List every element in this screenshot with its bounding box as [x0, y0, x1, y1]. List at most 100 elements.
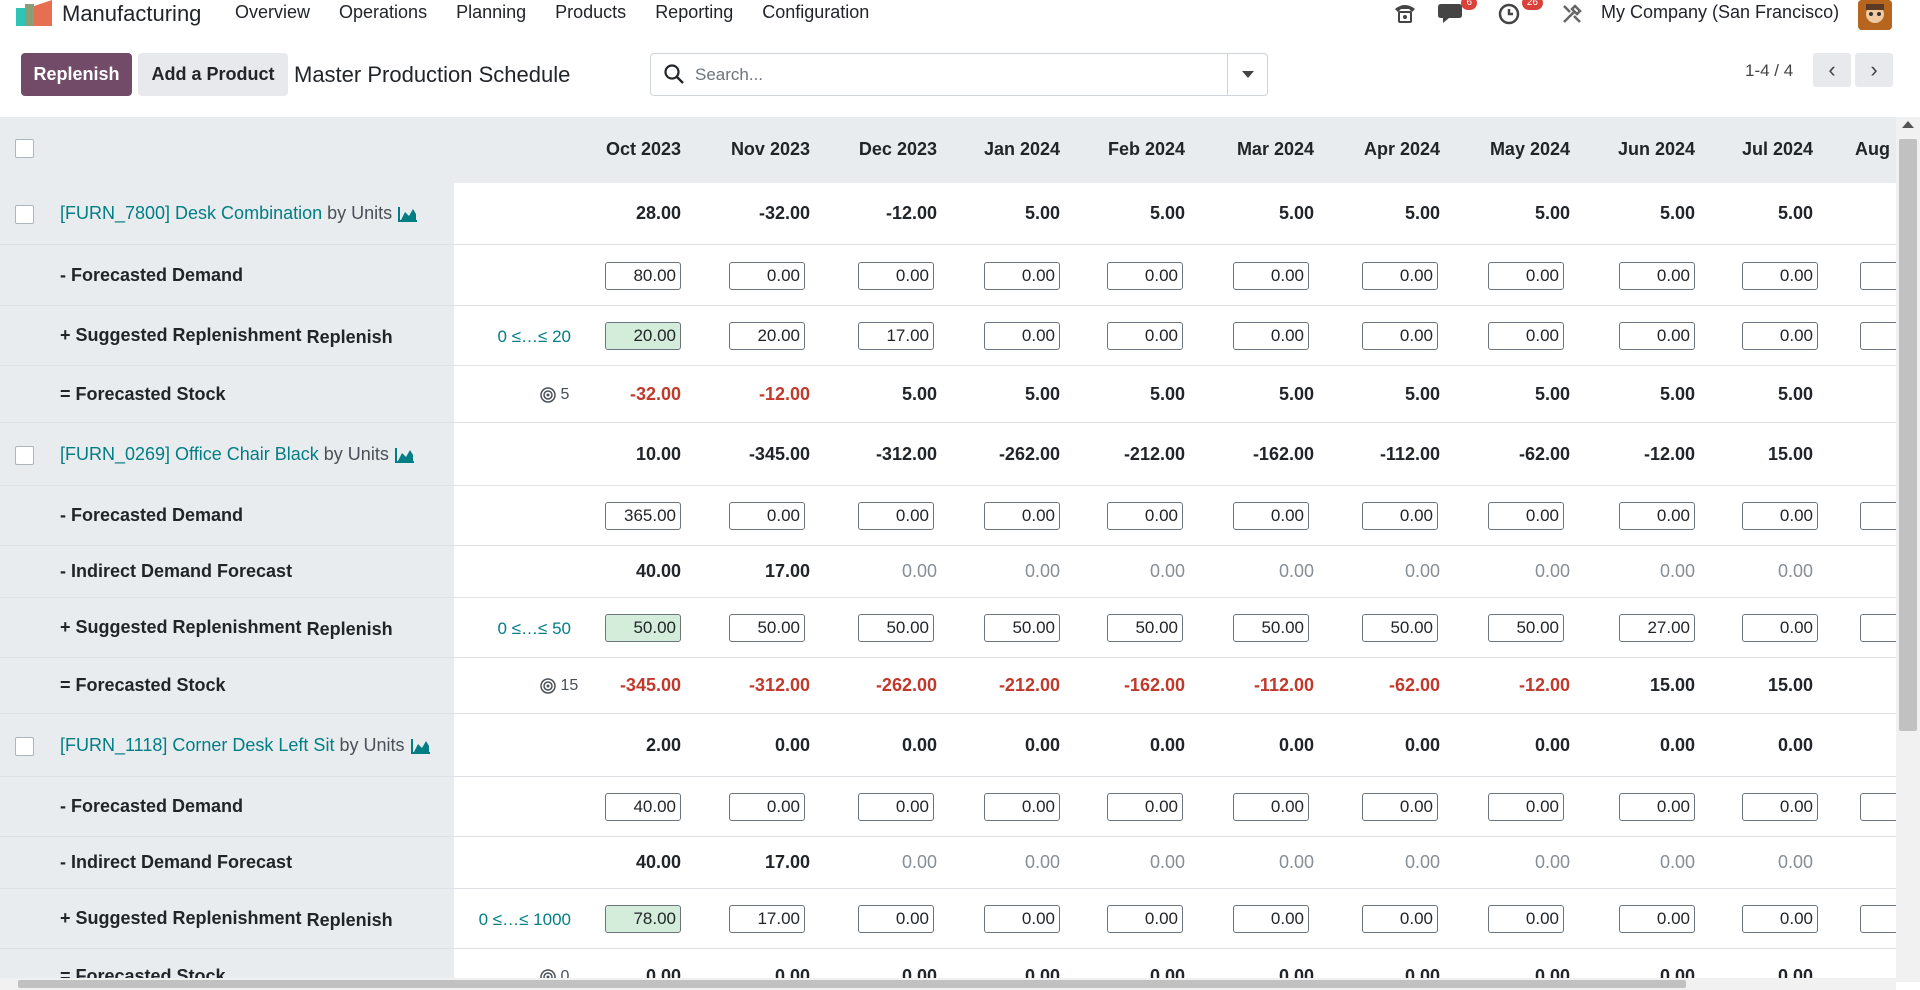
search-options-toggle[interactable]: [1227, 54, 1267, 95]
forecast-demand-input[interactable]: 0.00: [729, 502, 805, 530]
menu-products[interactable]: Products: [555, 2, 626, 23]
pager-previous-button[interactable]: ‹: [1813, 53, 1851, 87]
forecast-demand-input[interactable]: 0.00: [984, 793, 1060, 821]
replenishment-input[interactable]: 50.00: [1488, 614, 1564, 642]
debug-tools-icon[interactable]: [1561, 3, 1583, 31]
phone-icon[interactable]: [1392, 0, 1418, 32]
forecast-demand-input[interactable]: 0.00: [1362, 502, 1438, 530]
replenishment-input[interactable]: 0.00: [1742, 322, 1818, 350]
replenishment-input[interactable]: 0.00: [1362, 905, 1438, 933]
product-name-link[interactable]: [FURN_0269] Office Chair Black: [60, 444, 319, 464]
forecast-demand-input[interactable]: 40.00: [605, 793, 681, 821]
forecast-demand-input[interactable]: 0.00: [1107, 262, 1183, 290]
messages-icon[interactable]: 6: [1437, 0, 1477, 32]
replenishment-input[interactable]: 0.00: [1619, 905, 1695, 933]
forecast-demand-input[interactable]: 0.00: [1362, 793, 1438, 821]
replenishment-input[interactable]: 0.00: [1488, 905, 1564, 933]
replenishment-input[interactable]: 50.00: [984, 614, 1060, 642]
forecast-demand-input[interactable]: 0.00: [1233, 793, 1309, 821]
replenishment-input[interactable]: 27.00: [1619, 614, 1695, 642]
area-chart-icon[interactable]: [394, 447, 415, 464]
replenishment-input[interactable]: 50.00: [729, 614, 805, 642]
replenishment-input[interactable]: 20.00: [729, 322, 805, 350]
replenishment-input[interactable]: 0.00: [1619, 322, 1695, 350]
replenishment-input[interactable]: 0.00: [984, 322, 1060, 350]
row-replenish-link[interactable]: Replenish: [307, 910, 393, 930]
row-replenish-link[interactable]: Replenish: [307, 619, 393, 639]
replenishment-input[interactable]: [1860, 905, 1896, 933]
replenishment-input[interactable]: 0.00: [1107, 905, 1183, 933]
row-replenish-link[interactable]: Replenish: [307, 327, 393, 347]
replenishment-input[interactable]: [1860, 614, 1896, 642]
forecast-demand-input[interactable]: 0.00: [1488, 502, 1564, 530]
user-avatar[interactable]: [1858, 0, 1892, 30]
add-product-button[interactable]: Add a Product: [138, 53, 288, 96]
select-all-checkbox[interactable]: [15, 139, 34, 158]
replenishment-input[interactable]: 78.00: [605, 905, 681, 933]
replenishment-input[interactable]: 50.00: [1233, 614, 1309, 642]
forecast-demand-input[interactable]: [1860, 793, 1896, 821]
horizontal-scroll-thumb[interactable]: [18, 980, 1686, 988]
replenishment-input[interactable]: 0.00: [1742, 905, 1818, 933]
forecast-demand-input[interactable]: 0.00: [1233, 502, 1309, 530]
forecast-demand-input[interactable]: 0.00: [1619, 502, 1695, 530]
replenishment-input[interactable]: 0.00: [1107, 322, 1183, 350]
replenishment-input[interactable]: 0.00: [1742, 614, 1818, 642]
replenishment-input[interactable]: 0.00: [1233, 905, 1309, 933]
forecast-demand-input[interactable]: 0.00: [1619, 793, 1695, 821]
product-name-link[interactable]: [FURN_7800] Desk Combination: [60, 203, 322, 223]
forecast-demand-input[interactable]: 0.00: [1233, 262, 1309, 290]
area-chart-icon[interactable]: [410, 738, 431, 755]
forecast-demand-input[interactable]: 0.00: [1107, 793, 1183, 821]
menu-configuration[interactable]: Configuration: [762, 2, 869, 23]
forecast-demand-input[interactable]: 0.00: [1742, 262, 1818, 290]
forecast-demand-input[interactable]: [1860, 502, 1896, 530]
forecast-demand-input[interactable]: 0.00: [858, 793, 934, 821]
activities-icon[interactable]: 26: [1497, 0, 1543, 32]
forecast-demand-input[interactable]: 0.00: [1488, 262, 1564, 290]
menu-planning[interactable]: Planning: [456, 2, 526, 23]
forecast-demand-input[interactable]: 0.00: [858, 262, 934, 290]
product-name-link[interactable]: [FURN_1118] Corner Desk Left Sit: [60, 735, 334, 755]
forecast-demand-input[interactable]: 365.00: [605, 502, 681, 530]
forecast-demand-input[interactable]: 0.00: [858, 502, 934, 530]
forecast-demand-input[interactable]: 0.00: [1742, 793, 1818, 821]
product-checkbox[interactable]: [15, 205, 34, 224]
forecast-demand-input[interactable]: 0.00: [1107, 502, 1183, 530]
replenishment-input[interactable]: 50.00: [1362, 614, 1438, 642]
forecast-demand-input[interactable]: 0.00: [984, 262, 1060, 290]
forecast-demand-input[interactable]: 0.00: [984, 502, 1060, 530]
forecast-demand-input[interactable]: 0.00: [729, 793, 805, 821]
menu-overview[interactable]: Overview: [235, 2, 310, 23]
menu-reporting[interactable]: Reporting: [655, 2, 733, 23]
pager-value[interactable]: 1-4 / 4: [1745, 61, 1793, 81]
app-name[interactable]: Manufacturing: [62, 1, 201, 27]
area-chart-icon[interactable]: [398, 206, 418, 223]
replenishment-input[interactable]: 50.00: [1107, 614, 1183, 642]
replenishment-input[interactable]: 17.00: [858, 322, 934, 350]
manufacturing-app-icon[interactable]: [16, 0, 52, 26]
replenishment-input[interactable]: 50.00: [858, 614, 934, 642]
scroll-up-icon[interactable]: [1902, 121, 1914, 128]
safety-stock-target[interactable]: 15: [540, 677, 578, 695]
replenishment-input[interactable]: 0.00: [1488, 322, 1564, 350]
safety-stock-target[interactable]: 5: [540, 386, 569, 404]
vertical-scroll-thumb[interactable]: [1899, 139, 1917, 731]
forecast-demand-input[interactable]: 0.00: [729, 262, 805, 290]
forecast-demand-input[interactable]: 80.00: [605, 262, 681, 290]
replenishment-input[interactable]: 0.00: [1362, 322, 1438, 350]
replenish-button[interactable]: Replenish: [21, 53, 132, 96]
forecast-demand-input[interactable]: 0.00: [1619, 262, 1695, 290]
forecast-demand-input[interactable]: 0.00: [1742, 502, 1818, 530]
replenishment-input[interactable]: 20.00: [605, 322, 681, 350]
pager-next-button[interactable]: ›: [1855, 53, 1893, 87]
replenishment-input[interactable]: [1860, 322, 1896, 350]
menu-operations[interactable]: Operations: [339, 2, 427, 23]
forecast-demand-input[interactable]: [1860, 262, 1896, 290]
search-input[interactable]: [695, 56, 1175, 93]
forecast-demand-input[interactable]: 0.00: [1362, 262, 1438, 290]
company-switcher[interactable]: My Company (San Francisco): [1601, 2, 1839, 23]
forecast-demand-input[interactable]: 0.00: [1488, 793, 1564, 821]
replenishment-input[interactable]: 0.00: [1233, 322, 1309, 350]
product-checkbox[interactable]: [15, 737, 34, 756]
